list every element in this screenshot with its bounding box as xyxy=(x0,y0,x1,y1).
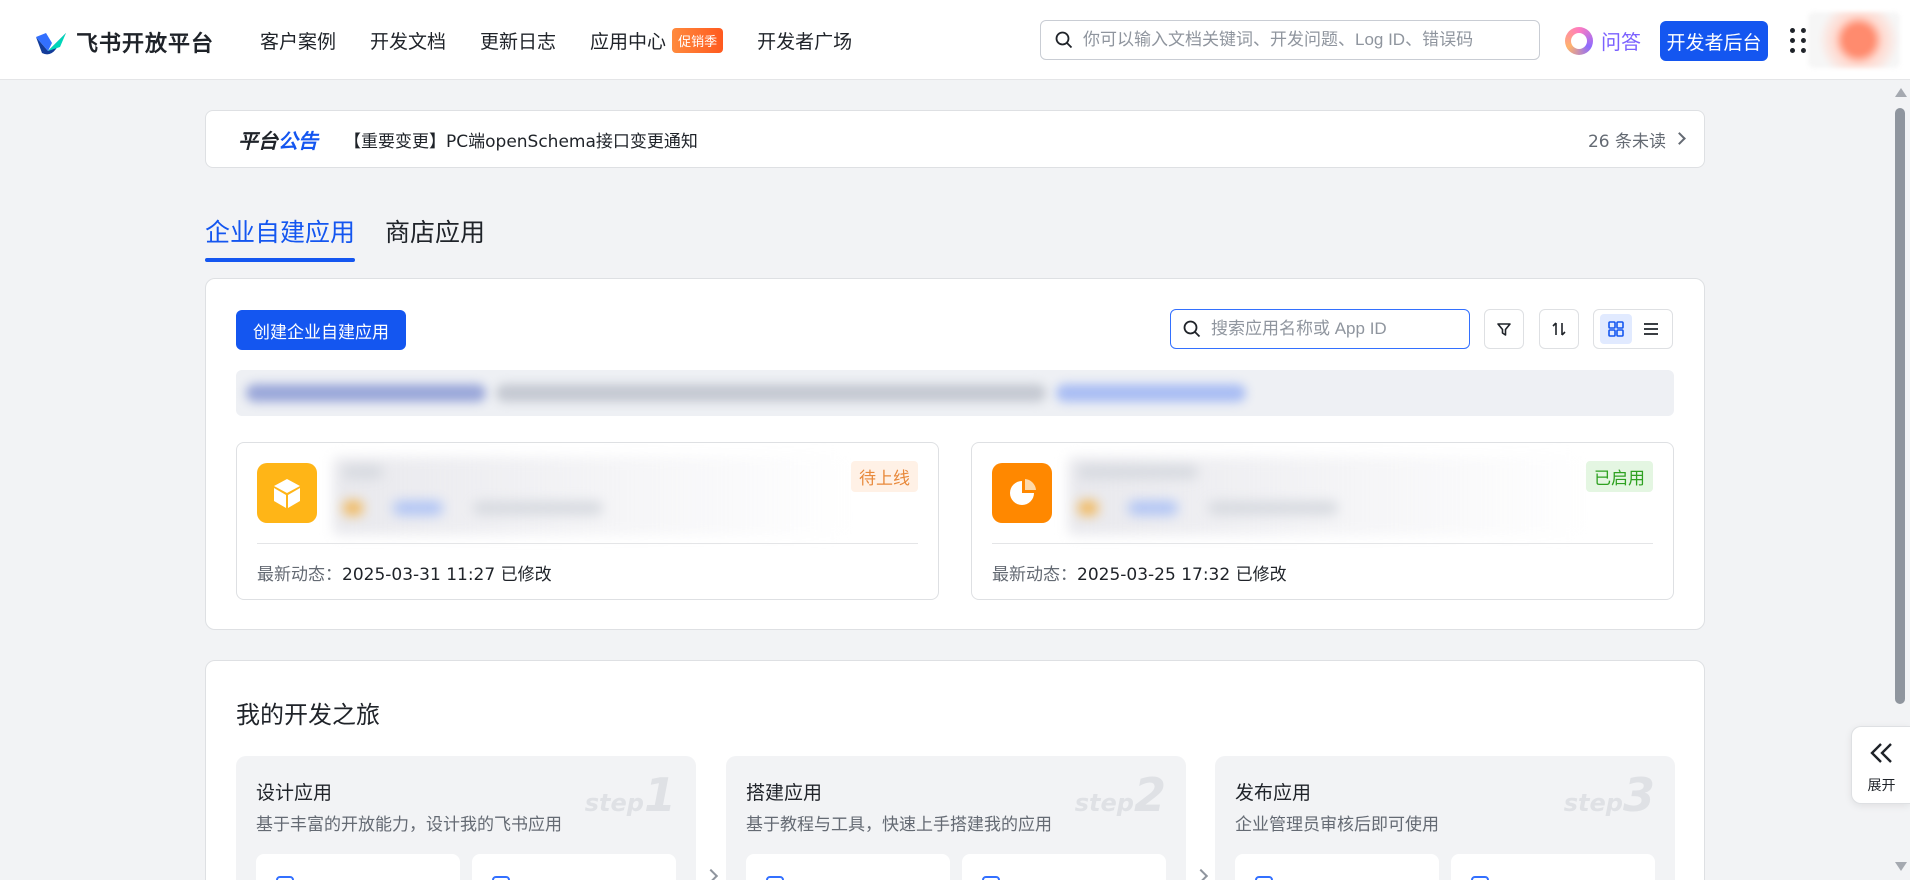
ai-orb-icon xyxy=(1565,26,1593,55)
step-number: step3 xyxy=(1563,768,1655,822)
tab-enterprise-apps[interactable]: 企业自建应用 xyxy=(205,213,355,249)
list-view-icon[interactable] xyxy=(1635,314,1667,344)
ask-button[interactable]: 问答 xyxy=(1565,26,1641,55)
announcement-text[interactable]: 【重要变更】PC端openSchema接口变更通知 xyxy=(344,127,698,152)
step-number: step1 xyxy=(584,768,676,822)
doc-icon xyxy=(982,876,1000,880)
pie-icon xyxy=(992,463,1052,523)
app-search-input[interactable] xyxy=(1211,319,1461,339)
step-subitem[interactable] xyxy=(746,854,950,880)
nav-label: 开发者广场 xyxy=(757,30,853,53)
nav-label: 应用中心 xyxy=(590,30,667,53)
status-badge: 待上线 xyxy=(851,461,918,492)
apps-panel: 创建企业自建应用 待上线 最新动态：2025-03- xyxy=(205,278,1705,630)
logo[interactable]: 飞书开放平台 xyxy=(34,26,214,58)
expand-sidebar-button[interactable]: 展开 xyxy=(1851,726,1910,804)
nav-dev-docs[interactable]: 开发文档 xyxy=(370,27,446,54)
step-number: step2 xyxy=(1074,768,1166,822)
user-icon xyxy=(1471,876,1489,880)
nav-dev-plaza[interactable]: 开发者广场 xyxy=(757,27,852,54)
book-icon xyxy=(766,876,784,880)
scroll-thumb[interactable] xyxy=(1895,108,1905,704)
search-icon xyxy=(1183,320,1201,338)
create-app-button[interactable]: 创建企业自建应用 xyxy=(236,310,406,350)
nav-label: 客户案例 xyxy=(260,30,337,53)
search-icon xyxy=(1055,31,1073,49)
sort-icon xyxy=(1552,322,1566,336)
expand-label: 展开 xyxy=(1867,778,1896,794)
user-icon xyxy=(1255,876,1273,880)
blurred-app-info xyxy=(333,457,853,535)
main-nav: 客户案例 开发文档 更新日志 应用中心 促销季 开发者广场 xyxy=(260,0,886,80)
tab-store-apps[interactable]: 商店应用 xyxy=(385,213,485,249)
doc-icon xyxy=(492,876,510,880)
blurred-app-info xyxy=(1068,457,1588,535)
dev-journey-panel: 我的开发之旅 设计应用 基于丰富的开放能力，设计我的飞书应用 step1 搭建应… xyxy=(205,660,1705,880)
filter-icon xyxy=(1497,323,1511,336)
filter-button[interactable] xyxy=(1484,309,1524,349)
app-card[interactable]: 已启用 最新动态：2025-03-25 17:32 已修改 xyxy=(971,442,1674,600)
active-tab-indicator xyxy=(205,258,355,262)
card-divider xyxy=(257,543,918,544)
apps-grid-icon[interactable] xyxy=(1790,28,1810,53)
grid-view-icon[interactable] xyxy=(1599,314,1632,344)
card-divider xyxy=(992,543,1653,544)
step-subitem[interactable] xyxy=(472,854,676,880)
step-subitem[interactable] xyxy=(1235,854,1439,880)
nav-changelog[interactable]: 更新日志 xyxy=(480,27,556,54)
chevron-right-icon xyxy=(1193,868,1209,880)
journey-title: 我的开发之旅 xyxy=(236,701,380,729)
cube-icon xyxy=(257,463,317,523)
card-latest-activity: 最新动态：2025-03-31 11:27 已修改 xyxy=(257,565,552,585)
step-card-build[interactable]: 搭建应用 基于教程与工具，快速上手搭建我的应用 step2 xyxy=(726,756,1186,880)
unread-count[interactable]: 26 条未读 xyxy=(1588,127,1666,152)
chevron-right-icon xyxy=(703,868,719,880)
app-card[interactable]: 待上线 最新动态：2025-03-31 11:27 已修改 xyxy=(236,442,939,600)
ask-label: 问答 xyxy=(1601,30,1641,54)
step-card-design[interactable]: 设计应用 基于丰富的开放能力，设计我的飞书应用 step1 xyxy=(236,756,696,880)
step-desc: 企业管理员审核后即可使用 xyxy=(1235,815,1439,835)
sort-button[interactable] xyxy=(1539,309,1579,349)
avatar[interactable] xyxy=(1808,12,1900,68)
step-subitem[interactable] xyxy=(962,854,1166,880)
step-card-publish[interactable]: 发布应用 企业管理员审核后即可使用 step3 xyxy=(1215,756,1675,880)
step-subitem[interactable] xyxy=(256,854,460,880)
promo-badge: 促销季 xyxy=(672,27,724,53)
feishu-logo-icon xyxy=(34,27,68,57)
announcement-bar[interactable]: 平台公告 【重要变更】PC端openSchema接口变更通知 26 条未读 xyxy=(205,110,1705,168)
developer-console-button[interactable]: 开发者后台 xyxy=(1660,21,1768,61)
scroll-down-arrow-icon[interactable] xyxy=(1895,862,1907,871)
step-title: 搭建应用 xyxy=(746,782,823,804)
step-title: 设计应用 xyxy=(256,782,333,804)
step-desc: 基于丰富的开放能力，设计我的飞书应用 xyxy=(256,815,562,835)
top-header: 飞书开放平台 客户案例 开发文档 更新日志 应用中心促销季 开发者广场 问答 开… xyxy=(0,0,1910,80)
doc-icon xyxy=(276,876,294,880)
scroll-up-arrow-icon[interactable] xyxy=(1895,88,1907,97)
app-search-box[interactable] xyxy=(1170,309,1470,349)
chevron-right-icon xyxy=(1673,132,1686,145)
dev-console-label: 开发者后台 xyxy=(1666,31,1762,54)
view-toggle xyxy=(1593,309,1673,349)
create-app-label: 创建企业自建应用 xyxy=(253,322,389,343)
step-subitem[interactable] xyxy=(1451,854,1655,880)
step-title: 发布应用 xyxy=(1235,782,1312,804)
nav-label: 更新日志 xyxy=(480,30,557,53)
blurred-notice-bar xyxy=(236,370,1674,416)
step-desc: 基于教程与工具，快速上手搭建我的应用 xyxy=(746,815,1052,835)
doc-search-box[interactable] xyxy=(1040,20,1540,60)
logo-text: 飞书开放平台 xyxy=(76,32,215,57)
announcement-title: 平台公告 xyxy=(238,128,318,153)
nav-label: 开发文档 xyxy=(370,30,447,53)
doc-search-input[interactable] xyxy=(1083,30,1523,50)
status-badge: 已启用 xyxy=(1586,461,1653,492)
nav-customer-cases[interactable]: 客户案例 xyxy=(260,27,336,54)
nav-app-center[interactable]: 应用中心 促销季 xyxy=(590,27,724,54)
double-chevron-left-icon xyxy=(1870,743,1892,763)
card-latest-activity: 最新动态：2025-03-25 17:32 已修改 xyxy=(992,565,1287,585)
